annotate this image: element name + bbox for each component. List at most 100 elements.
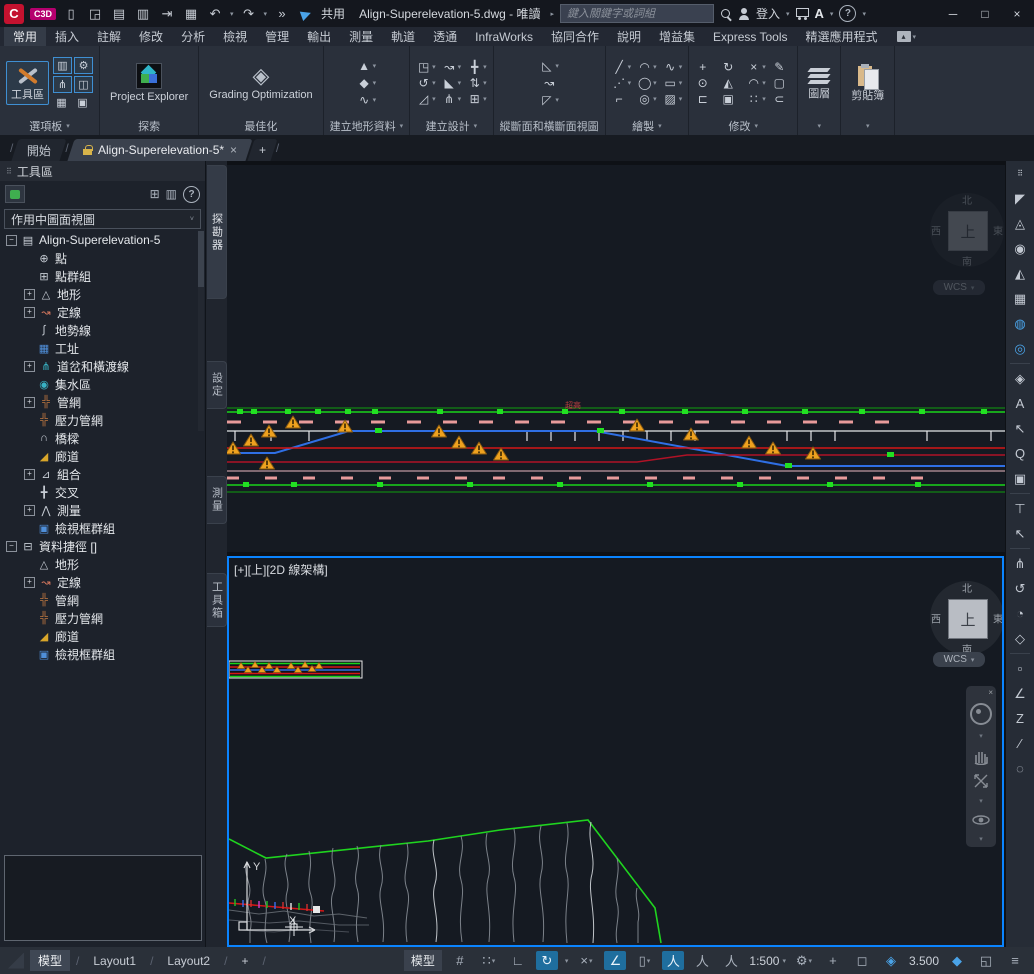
tab-transparent[interactable]: 透通 [424,27,466,46]
palette-grip-icon[interactable]: ⠿ [6,167,12,176]
array-button[interactable]: ∷▾ [746,92,766,106]
compass-east[interactable]: 東 [993,223,1003,238]
tree-row-intersections[interactable]: ╋交叉 [0,483,196,501]
pencil-line-ic`on[interactable]: ∕ [1009,733,1031,754]
intersection-button[interactable]: ╋▾ [467,60,487,74]
tree-row-point-groups[interactable]: ⊞點群組 [0,267,196,285]
toolspace-button[interactable]: 工具區 [6,61,49,105]
panel-pencil-icon[interactable]: ▣ [1009,468,1031,489]
steering-wheel-icon[interactable] [970,703,992,725]
corner-flag-icon[interactable]: ◤ [1009,188,1031,209]
close-tab-icon[interactable]: × [230,143,237,157]
toolbox-palette-icon[interactable]: ◫ [74,76,93,93]
panel-label-layers[interactable]: ▾ [798,117,840,135]
tab-view[interactable]: 檢視 [214,27,256,46]
tree-row-assemblies[interactable]: +⊿組合 [0,465,196,483]
layout2-tab[interactable]: Layout2 [159,952,218,970]
fillet-draw-button[interactable]: ⌐ [612,92,632,106]
title-arrow-icon[interactable]: ▸ [550,10,554,18]
globe-grid-icon[interactable]: ◍ [1009,313,1031,334]
tree-row-pipe-networks[interactable]: +╬管網 [0,393,196,411]
ribbon-collapse-caret-icon[interactable]: ▾ [913,33,917,41]
panel-label-modify[interactable]: 修改▾ [689,117,797,135]
item-view-icon[interactable]: ⊞ [150,187,160,201]
profile-view-button[interactable]: ◺▾ [539,59,559,73]
model-space-button[interactable]: 模型 [404,950,442,971]
tree-row-pressure-networks[interactable]: ╬壓力管網 [0,411,196,429]
tab-addins[interactable]: 增益集 [650,27,704,46]
collapse-icon[interactable]: − [6,235,17,246]
zoom-extents-icon[interactable] [972,772,990,790]
assembly-button[interactable]: ⇅▾ [467,76,487,90]
expand-icon[interactable]: + [24,469,35,480]
tree-row-catchments[interactable]: ◉集水區 [0,375,196,393]
copy-button[interactable]: ⊙ [695,76,715,90]
superelevation-profile-canvas[interactable]: 超高 [227,165,1005,552]
dashed-box-icon[interactable]: ▫ [1009,658,1031,679]
slope-triangle-icon[interactable]: ◭ [1009,263,1031,284]
graphics-performance-icon[interactable]: ◆ [946,951,968,970]
viewcube-top-face[interactable]: 上 [948,599,988,639]
tab-settings[interactable]: 設定 [207,361,227,409]
tree-row-ds-alignments[interactable]: +↝定線 [0,573,196,591]
workspace-icon[interactable]: ◻ [851,951,873,970]
navbar-close-icon[interactable]: × [988,690,993,696]
polar-tracking-icon[interactable]: ↻ [536,951,558,970]
ribbon-collapse-button[interactable]: ▴ [897,31,911,42]
corridor-button[interactable]: ⋔▾ [442,92,462,106]
elevation-value[interactable]: 3.500 [909,954,939,968]
explode-button[interactable]: ▢ [772,76,792,90]
grid-icon[interactable]: # [449,951,471,970]
navbar-caret-icon[interactable]: ▾ [979,732,983,740]
maximize-button[interactable]: □ [972,4,998,24]
tab-collaborate[interactable]: 協同合作 [542,27,608,46]
isolate-objects-icon[interactable]: ◈ [880,951,902,970]
viewcube-top[interactable]: 上 北 南 西 東 [930,193,1004,267]
tree-row-sites[interactable]: ▦工址 [0,339,196,357]
grip-dots-icon[interactable]: ⠿ [1009,163,1031,184]
grid-table-icon[interactable]: ▦ [1009,288,1031,309]
rectangle-button[interactable]: ▭▾ [663,76,683,90]
new-layout-button[interactable]: + [233,952,256,970]
settings-palette-icon[interactable]: ⚙ [74,57,93,74]
grading-button[interactable]: ◿▾ [416,92,436,106]
tree-row-drawing[interactable]: −▤Align-Superelevation-5 [0,231,196,249]
start-tab[interactable]: 開始 [12,139,67,161]
crosshair-plus-icon[interactable]: + [822,951,844,970]
tab-toolbox[interactable]: 工具箱 [207,573,227,627]
toolspace-scrollbar[interactable] [198,231,204,431]
polyline-button[interactable]: ∿▾ [663,60,683,74]
save-icon[interactable]: ▤ [110,5,128,23]
expand-icon[interactable]: + [24,289,35,300]
globe-icon[interactable]: ◎ [1009,338,1031,359]
tree-row-ds-pipe-networks[interactable]: ╬管網 [0,591,196,609]
tab-modify[interactable]: 修改 [130,27,172,46]
orbit-icon[interactable] [971,812,991,828]
active-drawing-icon[interactable] [5,185,25,203]
compass-west[interactable]: 西 [931,611,941,626]
sample-lines-button[interactable]: ↝ [542,76,557,90]
query-icon[interactable]: Q [1009,443,1031,464]
cursor-star-icon[interactable]: ↖ [1009,418,1031,439]
arc-button[interactable]: ◠▾ [637,60,657,74]
isodraft-icon[interactable]: ×▾ [575,951,597,970]
help-icon[interactable]: ? [839,5,856,22]
a-caret-icon[interactable]: ▾ [830,10,834,18]
toolspace-titlebar[interactable]: ⠿ 工具區 [0,161,205,181]
compass-south[interactable]: 南 [962,253,972,268]
line-button[interactable]: ╱▾ [612,60,632,74]
compass-north[interactable]: 北 [962,192,972,207]
mass-haul-button[interactable]: ∿▾ [357,93,377,107]
expand-icon[interactable]: + [24,361,35,372]
survey-palette-icon[interactable]: ⋔ [53,76,72,93]
section-view-button[interactable]: ◸▾ [539,93,559,107]
plot-icon[interactable]: ▦ [182,5,200,23]
circle-button[interactable]: ◯▾ [637,76,657,90]
autodesk-a-icon[interactable]: A [815,6,824,21]
select-cursor-icon[interactable]: ↖ [1009,523,1031,544]
feature-line-button[interactable]: ↺▾ [416,76,436,90]
tsquare-icon[interactable]: ⊤ [1009,498,1031,519]
tab-survey[interactable]: 測量 [340,27,382,46]
construction-line-button[interactable]: ⋰▾ [612,76,632,90]
compass-north[interactable]: 北 [962,580,972,595]
